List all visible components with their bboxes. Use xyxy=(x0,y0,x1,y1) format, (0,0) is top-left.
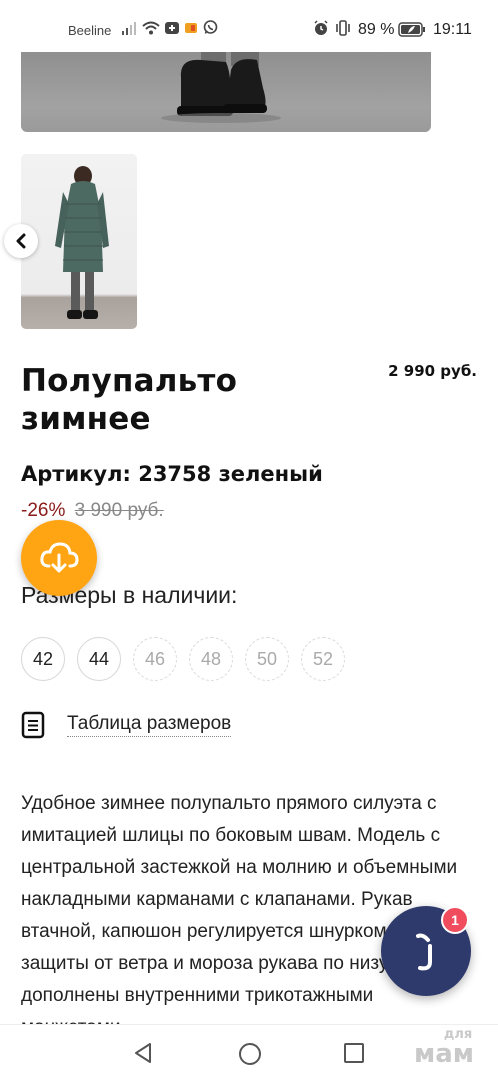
battery-icon xyxy=(398,22,425,37)
size-selector: 42 44 46 48 50 52 xyxy=(21,637,345,681)
status-icons-left xyxy=(121,20,218,35)
clock: 19:11 xyxy=(433,21,472,38)
gallery-prev-button[interactable] xyxy=(4,224,38,258)
size-table-link[interactable]: Таблица размеров xyxy=(21,711,232,739)
cloud-download-button[interactable] xyxy=(21,520,97,596)
product-main-photo[interactable] xyxy=(21,48,431,132)
discount-row: -26% 3 990 руб. xyxy=(21,500,164,522)
product-title: Полупальто зимнее xyxy=(21,362,351,438)
product-price: 2 990 руб. xyxy=(388,362,477,380)
size-option-50: 50 xyxy=(245,637,289,681)
product-article: Артикул: 23758 зеленый xyxy=(21,462,323,486)
status-bar: Beeline 89 % 19:11 xyxy=(0,0,498,52)
watermark-logo: для мам xyxy=(414,1028,474,1067)
signal-icon xyxy=(122,21,136,35)
boots-illustration xyxy=(161,48,281,123)
product-title-line2: зимнее xyxy=(21,401,151,437)
notification-plus-icon xyxy=(165,21,179,34)
whatsapp-icon xyxy=(203,20,218,34)
discount-percent: -26% xyxy=(21,500,66,521)
product-thumbnail[interactable] xyxy=(21,154,137,329)
wifi-icon xyxy=(142,21,160,34)
coat-model-illustration xyxy=(55,166,109,319)
product-title-line1: Полупальто xyxy=(21,363,238,399)
alarm-icon xyxy=(314,20,328,35)
size-option-42[interactable]: 42 xyxy=(21,637,65,681)
carrier-name: Beeline xyxy=(68,23,112,38)
chat-logo-icon xyxy=(416,933,432,971)
size-option-44[interactable]: 44 xyxy=(77,637,121,681)
cloud-download-icon xyxy=(40,542,79,573)
old-price: 3 990 руб. xyxy=(74,500,164,521)
status-icons-right xyxy=(313,20,352,36)
size-option-52: 52 xyxy=(301,637,345,681)
size-option-46: 46 xyxy=(133,637,177,681)
size-table-label[interactable]: Таблица размеров xyxy=(67,713,232,737)
nav-home-icon[interactable] xyxy=(238,1042,262,1066)
chat-unread-badge: 1 xyxy=(441,906,469,934)
document-icon xyxy=(21,711,45,739)
battery-percent: 89 % xyxy=(358,21,395,38)
size-option-48: 48 xyxy=(189,637,233,681)
nav-recent-icon[interactable] xyxy=(344,1043,364,1063)
vibrate-icon xyxy=(336,20,350,36)
sim-icon xyxy=(185,22,197,33)
nav-back-icon[interactable] xyxy=(132,1042,154,1064)
watermark-bottom: мам xyxy=(414,1039,475,1069)
chevron-left-icon xyxy=(16,233,26,249)
